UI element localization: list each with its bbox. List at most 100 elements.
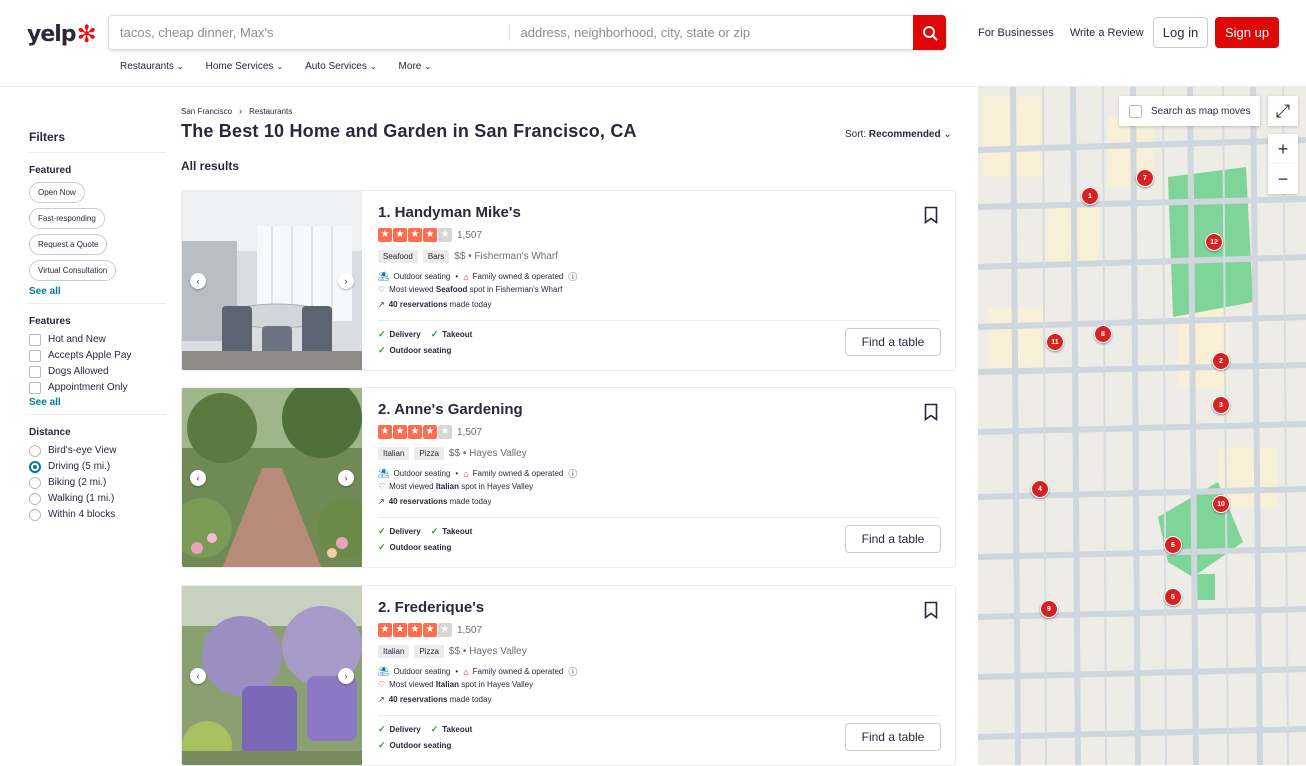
review-count[interactable]: 1,507 — [457, 230, 482, 241]
photo-prev-arrow[interactable]: ‹ — [190, 273, 206, 289]
info-icon[interactable]: ⓘ — [568, 665, 577, 678]
for-businesses-link[interactable]: For Businesses — [978, 27, 1054, 39]
map-pin[interactable]: 5 — [1164, 588, 1182, 606]
search-find-input[interactable] — [109, 16, 509, 49]
nav-more[interactable]: More ⌄ — [399, 61, 432, 72]
distance-walking[interactable]: Walking (1 mi.) — [29, 492, 166, 505]
storefront-icon: ⌂ — [463, 468, 469, 479]
photo-prev-arrow[interactable]: ‹ — [190, 668, 206, 684]
map-pin[interactable]: 7 — [1136, 169, 1154, 187]
result-card[interactable]: ‹ › 2. Anne's Gardening ★ ★ ★ ★ ★ 1,507 Ital… — [181, 387, 956, 568]
yelp-logo[interactable]: yelp ✻ — [27, 20, 97, 48]
trending-icon: ↗ — [378, 300, 385, 309]
star-icon: ★ — [378, 623, 392, 637]
login-button[interactable]: Log in — [1153, 17, 1208, 48]
breadcrumb-san-francisco[interactable]: San Francisco — [181, 107, 232, 116]
business-name[interactable]: 2. Anne's Gardening — [378, 401, 523, 418]
map-pin[interactable]: 4 — [1031, 480, 1049, 498]
bookmark-icon[interactable] — [924, 403, 938, 421]
radio[interactable] — [29, 508, 41, 521]
find-table-button[interactable]: Find a table — [845, 328, 941, 356]
photo-next-arrow[interactable]: › — [338, 668, 354, 684]
feature-hot-and-new[interactable]: Hot and New — [29, 333, 166, 346]
tag[interactable]: Bars — [422, 250, 450, 263]
feature-appointment-only[interactable]: Appointment Only — [29, 381, 166, 394]
tag[interactable]: Seafood — [378, 250, 418, 263]
find-table-button[interactable]: Find a table — [845, 525, 941, 553]
tag[interactable]: Pizza — [414, 645, 444, 658]
map-pin[interactable]: 2 — [1212, 352, 1230, 370]
map-pin[interactable]: 9 — [1040, 600, 1058, 618]
search-button[interactable] — [913, 15, 946, 50]
checkbox[interactable] — [29, 381, 41, 394]
info-icon[interactable]: ⓘ — [568, 270, 577, 283]
filter-open-now[interactable]: Open Now — [29, 182, 85, 203]
radio[interactable] — [29, 444, 41, 457]
map-pin[interactable]: 12 — [1205, 233, 1223, 251]
sort-dropdown[interactable]: Sort: Recommended ⌄ — [845, 129, 952, 140]
map-pin[interactable]: 3 — [1212, 396, 1230, 414]
zoom-out-button[interactable]: − — [1268, 164, 1298, 194]
business-name[interactable]: 2. Frederique's — [378, 599, 484, 616]
service-options: ✓ Delivery ✓ Takeout ✓ Outdoor seating — [378, 329, 473, 355]
search-as-map-moves[interactable]: Search as map moves — [1119, 96, 1260, 126]
business-photo[interactable]: ‹ › — [182, 586, 362, 765]
map-pin[interactable]: 6 — [1164, 536, 1182, 554]
see-all-featured[interactable]: See all — [29, 286, 166, 304]
business-photo[interactable]: ‹ › — [182, 191, 362, 370]
trending-icon: ↗ — [378, 695, 385, 704]
distance-birds-eye[interactable]: Bird's-eye View — [29, 444, 166, 457]
bookmark-icon[interactable] — [924, 601, 938, 619]
tag[interactable]: Italian — [378, 447, 410, 460]
tag[interactable]: Italian — [378, 645, 410, 658]
filter-request-quote[interactable]: Request a Quote — [29, 234, 108, 255]
checkbox[interactable] — [29, 349, 41, 362]
distance-driving[interactable]: Driving (5 mi.) — [29, 460, 166, 473]
distance-biking[interactable]: Biking (2 mi.) — [29, 476, 166, 489]
map-pin[interactable]: 1 — [1081, 187, 1099, 205]
search-near-input[interactable] — [509, 16, 914, 49]
info-icon[interactable]: ⓘ — [568, 467, 577, 480]
feature-apple-pay[interactable]: Accepts Apple Pay — [29, 349, 166, 362]
results-map[interactable]: Search as map moves ⤢ + − 1 7 12 8 11 2 … — [978, 87, 1306, 765]
star-icon: ★ — [423, 623, 437, 637]
business-photo[interactable]: ‹ › — [182, 388, 377, 567]
review-count[interactable]: 1,507 — [457, 625, 482, 636]
zoom-in-button[interactable]: + — [1268, 134, 1298, 164]
result-card[interactable]: ‹ › 1. Handyman Mike's ★ ★ ★ ★ ★ 1,507 Seafo… — [181, 190, 956, 371]
nav-restaurants[interactable]: Restaurants ⌄ — [120, 61, 184, 72]
divider — [378, 517, 939, 518]
photo-next-arrow[interactable]: › — [338, 470, 354, 486]
filter-fast-responding[interactable]: Fast-responding — [29, 208, 105, 229]
radio[interactable] — [29, 492, 41, 505]
map-pin[interactable]: 11 — [1046, 333, 1064, 351]
see-all-features[interactable]: See all — [29, 397, 166, 415]
radio-selected[interactable] — [29, 460, 41, 473]
map-pin[interactable]: 8 — [1094, 325, 1112, 343]
business-name[interactable]: 1. Handyman Mike's — [378, 204, 521, 221]
feature-dogs-allowed[interactable]: Dogs Allowed — [29, 365, 166, 378]
map-pin[interactable]: 10 — [1212, 495, 1230, 513]
bookmark-icon[interactable] — [924, 206, 938, 224]
photo-prev-arrow[interactable]: ‹ — [190, 470, 206, 486]
filter-virtual-consultation[interactable]: Virtual Consultation — [29, 260, 117, 281]
find-table-button[interactable]: Find a table — [845, 723, 941, 751]
photo-garden-path — [182, 388, 377, 567]
checkbox[interactable] — [1129, 104, 1142, 118]
breadcrumb-restaurants[interactable]: Restaurants — [249, 107, 292, 116]
tag[interactable]: Pizza — [414, 447, 444, 460]
expand-map-icon[interactable]: ⤢ — [1268, 96, 1298, 126]
distance-within-4-blocks[interactable]: Within 4 blocks — [29, 508, 166, 521]
nav-auto-services[interactable]: Auto Services ⌄ — [305, 61, 376, 72]
write-review-link[interactable]: Write a Review — [1070, 27, 1144, 39]
check-icon: ✓ — [378, 740, 386, 750]
result-card[interactable]: ‹ › 2. Frederique's ★ ★ ★ ★ ★ 1,507 Italian … — [181, 585, 956, 766]
star-rating: ★ ★ ★ ★ ★ 1,507 — [378, 228, 482, 242]
nav-home-services[interactable]: Home Services ⌄ — [206, 61, 284, 72]
checkbox[interactable] — [29, 365, 41, 378]
signup-button[interactable]: Sign up — [1215, 17, 1279, 48]
checkbox[interactable] — [29, 333, 41, 346]
radio[interactable] — [29, 476, 41, 489]
photo-next-arrow[interactable]: › — [338, 273, 354, 289]
review-count[interactable]: 1,507 — [457, 427, 482, 438]
